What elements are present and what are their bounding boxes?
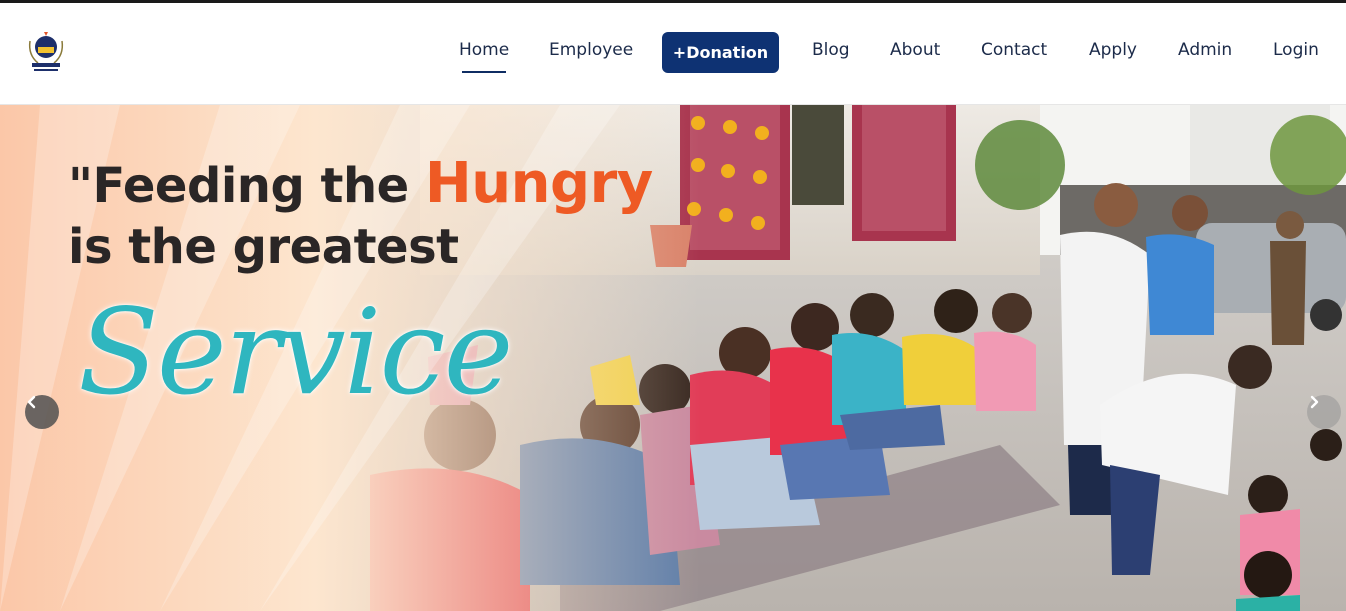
nav-login[interactable]: Login bbox=[1273, 40, 1319, 64]
hero-headline-line2: is the greatest bbox=[68, 219, 459, 275]
carousel-next-button[interactable] bbox=[1307, 395, 1341, 429]
hero-script-word: Service bbox=[78, 283, 513, 421]
foundation-logo[interactable] bbox=[26, 27, 66, 77]
nav-employee[interactable]: Employee bbox=[549, 40, 633, 64]
hero-headline-highlight: Hungry bbox=[424, 151, 653, 216]
nav-apply[interactable]: Apply bbox=[1089, 40, 1137, 64]
chevron-right-icon bbox=[1310, 395, 1319, 409]
navbar: Home Employee +Donation Blog About Conta… bbox=[0, 3, 1346, 105]
nav-admin[interactable]: Admin bbox=[1178, 40, 1232, 64]
nav-about[interactable]: About bbox=[890, 40, 940, 64]
foundation-crest-logo-icon bbox=[28, 32, 64, 71]
donation-button[interactable]: +Donation bbox=[662, 32, 779, 73]
hero-headline-line1: "Feeding the Hungry bbox=[68, 151, 653, 216]
carousel-prev-button[interactable] bbox=[25, 395, 59, 429]
nav-blog[interactable]: Blog bbox=[812, 40, 850, 64]
hero-headline-prefix: "Feeding the bbox=[68, 158, 425, 214]
nav-contact[interactable]: Contact bbox=[981, 40, 1047, 64]
chevron-left-icon bbox=[27, 395, 36, 409]
nav-home[interactable]: Home bbox=[459, 40, 509, 73]
hero-carousel-slide: "Feeding the Hungry is the greatest Serv… bbox=[0, 105, 1346, 611]
